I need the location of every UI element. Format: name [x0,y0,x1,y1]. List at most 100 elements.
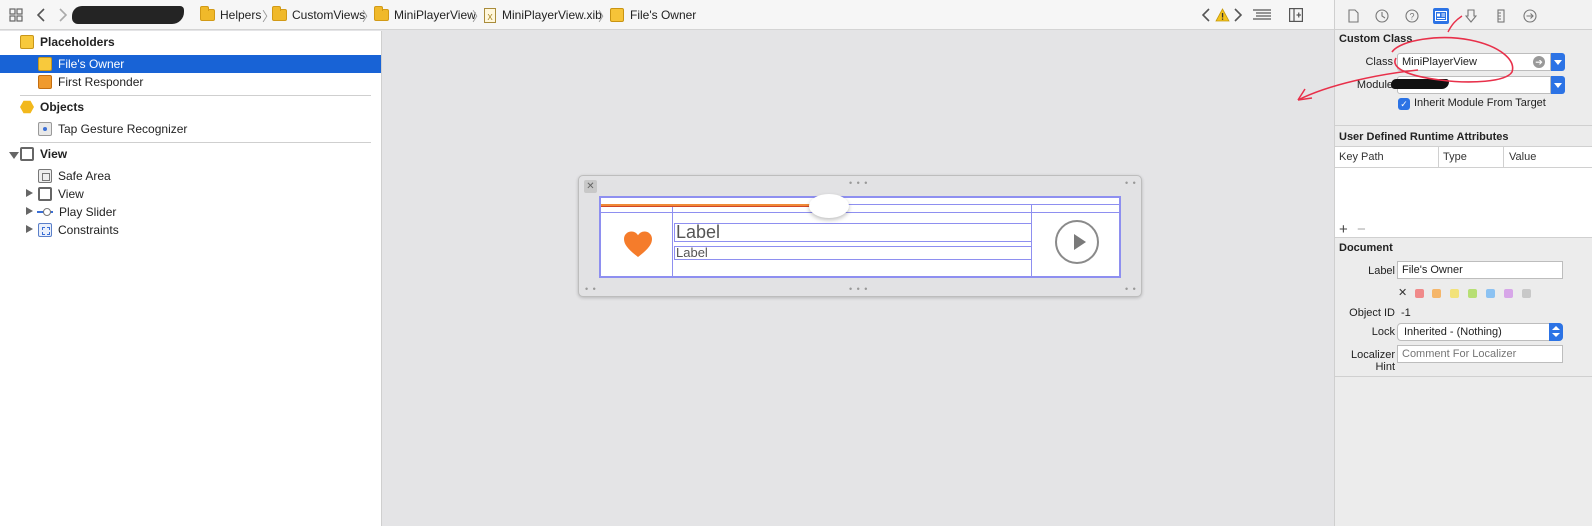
next-issue-chevron-icon[interactable] [1232,5,1244,25]
play-slider-progress[interactable] [601,204,813,207]
object-id-label: Object ID [1349,307,1395,319]
outline-item-play-slider[interactable]: Play Slider [0,203,381,221]
runtime-attributes-table[interactable]: Key Path Type Value + − [1335,146,1592,238]
title-label[interactable]: Label [674,223,1032,242]
previous-issue-chevron-icon[interactable] [1200,5,1212,25]
view-icon [20,147,34,161]
lock-label: Lock [1371,326,1395,338]
subtitle-label-text: Label [676,245,708,260]
breadcrumb-xib-file[interactable]: X MiniPlayerView.xib [484,7,602,23]
resize-handle-dots[interactable]: • • [585,284,597,294]
outline-item-tap-gesture[interactable]: Tap Gesture Recognizer [0,120,381,138]
redacted-scribble [72,6,184,24]
resize-handle-dots[interactable]: • • • [849,284,868,294]
history-inspector-tab-icon[interactable] [1374,8,1390,24]
clear-color-label-icon[interactable]: ✕ [1398,286,1407,299]
class-dropdown-button[interactable] [1551,53,1565,71]
gray-color-label-swatch[interactable] [1522,289,1531,298]
purple-color-label-swatch[interactable] [1504,289,1513,298]
breadcrumb-helpers[interactable]: Helpers [200,6,261,23]
column-header-value[interactable]: Value [1509,151,1536,163]
attributes-inspector-tab-icon[interactable] [1463,8,1479,24]
xib-file-icon: X [484,7,496,23]
outline-item-constraints[interactable]: Constraints [0,221,381,239]
blue-color-label-swatch[interactable] [1486,289,1495,298]
back-chevron-icon[interactable] [34,5,48,25]
green-color-label-swatch[interactable] [1468,289,1477,298]
document-outline: Placeholders File's Owner First Responde… [0,31,382,526]
remove-attribute-button[interactable]: − [1357,221,1366,238]
breadcrumb-customviews[interactable]: CustomViews [272,6,365,23]
objects-section[interactable]: Objects [20,100,84,114]
navigate-to-class-arrow-icon[interactable]: ➔ [1533,56,1545,68]
resize-handle-dots[interactable]: • • [1125,178,1137,188]
column-header-key-path[interactable]: Key Path [1339,151,1384,163]
module-dropdown-button[interactable] [1551,76,1565,94]
connections-inspector-tab-icon[interactable] [1522,8,1538,24]
outline-item-label: Tap Gesture Recognizer [58,122,188,136]
inherit-module-label: Inherit Module From Target [1414,97,1546,109]
freeform-view-scene[interactable]: ✕ • • • • • • • • • • • • Label Label [578,175,1142,297]
identity-inspector: ? Custom Class Class MiniPlayerView ➔ Mo… [1334,0,1592,526]
outline-divider [20,142,371,143]
outline-item-view[interactable]: View [0,185,381,203]
outline-item-files-owner[interactable]: File's Owner [0,55,381,73]
minimap-lines-icon[interactable] [1252,5,1272,25]
outline-item-label: First Responder [58,75,144,89]
resize-handle-dots[interactable]: • • [1125,284,1137,294]
lock-popup[interactable]: Inherited - (Nothing) [1397,323,1563,341]
class-field[interactable]: MiniPlayerView [1397,53,1551,71]
related-items-grid-icon[interactable] [8,5,24,25]
red-color-label-swatch[interactable] [1415,289,1424,298]
placeholders-cube-icon [20,35,34,49]
orange-color-label-swatch[interactable] [1432,289,1441,298]
interface-builder-canvas[interactable]: ✕ • • • • • • • • • • • • Label Label [382,31,1334,526]
localizer-hint-input[interactable] [1397,345,1563,363]
heart-icon[interactable] [623,230,653,260]
mini-player-view[interactable]: Label Label [599,194,1121,278]
add-attribute-button[interactable]: + [1339,221,1348,238]
inherit-module-checkbox[interactable]: ✓ [1398,98,1410,110]
add-editor-icon[interactable] [1286,5,1306,25]
safe-area-icon [38,169,52,183]
view-disclosure-triangle-icon[interactable] [9,152,19,159]
outline-item-first-responder[interactable]: First Responder [0,73,381,91]
localizer-hint-label: Localizer Hint [1350,349,1395,373]
play-slider-thumb[interactable] [809,194,849,218]
jump-bar: Helpers 〉 CustomViews 〉 MiniPlayerView 〉… [0,0,1334,30]
yellow-color-label-swatch[interactable] [1450,289,1459,298]
runtime-attributes-header: User Defined Runtime Attributes [1339,131,1509,143]
document-label-value: File's Owner [1402,264,1463,276]
size-inspector-tab-icon[interactable] [1493,8,1509,24]
resize-handle-dots[interactable]: • • • [849,178,868,188]
placeholders-title: Placeholders [40,35,115,49]
play-button[interactable] [1055,220,1099,264]
column-header-type[interactable]: Type [1443,151,1467,163]
subtitle-label[interactable]: Label [674,246,1032,260]
document-label-field[interactable]: File's Owner [1397,261,1563,279]
breadcrumb-miniplayerview[interactable]: MiniPlayerView [374,6,476,23]
placeholders-section[interactable]: Placeholders [20,35,115,49]
class-field-value: MiniPlayerView [1402,56,1477,68]
placeholder-cube-icon [610,8,624,22]
breadcrumb-label: MiniPlayerView [394,8,476,22]
view-section[interactable]: View [20,147,67,161]
tap-gesture-icon [38,122,52,136]
warning-icon[interactable] [1214,5,1230,25]
svg-text:?: ? [1409,12,1414,22]
outline-item-safe-area[interactable]: Safe Area [0,167,381,185]
redacted-module-scribble [1391,79,1449,89]
section-divider [1335,125,1592,126]
slider-icon [37,207,53,217]
section-divider [1335,376,1592,377]
objects-title: Objects [40,100,85,114]
identity-inspector-tab-icon[interactable] [1433,8,1449,24]
files-owner-cube-icon [38,57,52,71]
quick-help-tab-icon[interactable]: ? [1404,8,1420,24]
breadcrumb-files-owner[interactable]: File's Owner [610,7,696,23]
file-inspector-tab-icon[interactable] [1345,8,1361,24]
column-divider [1503,147,1504,167]
forward-chevron-icon[interactable] [56,5,70,25]
close-scene-icon[interactable]: ✕ [584,180,597,193]
lock-popup-arrows-icon[interactable] [1549,323,1563,341]
